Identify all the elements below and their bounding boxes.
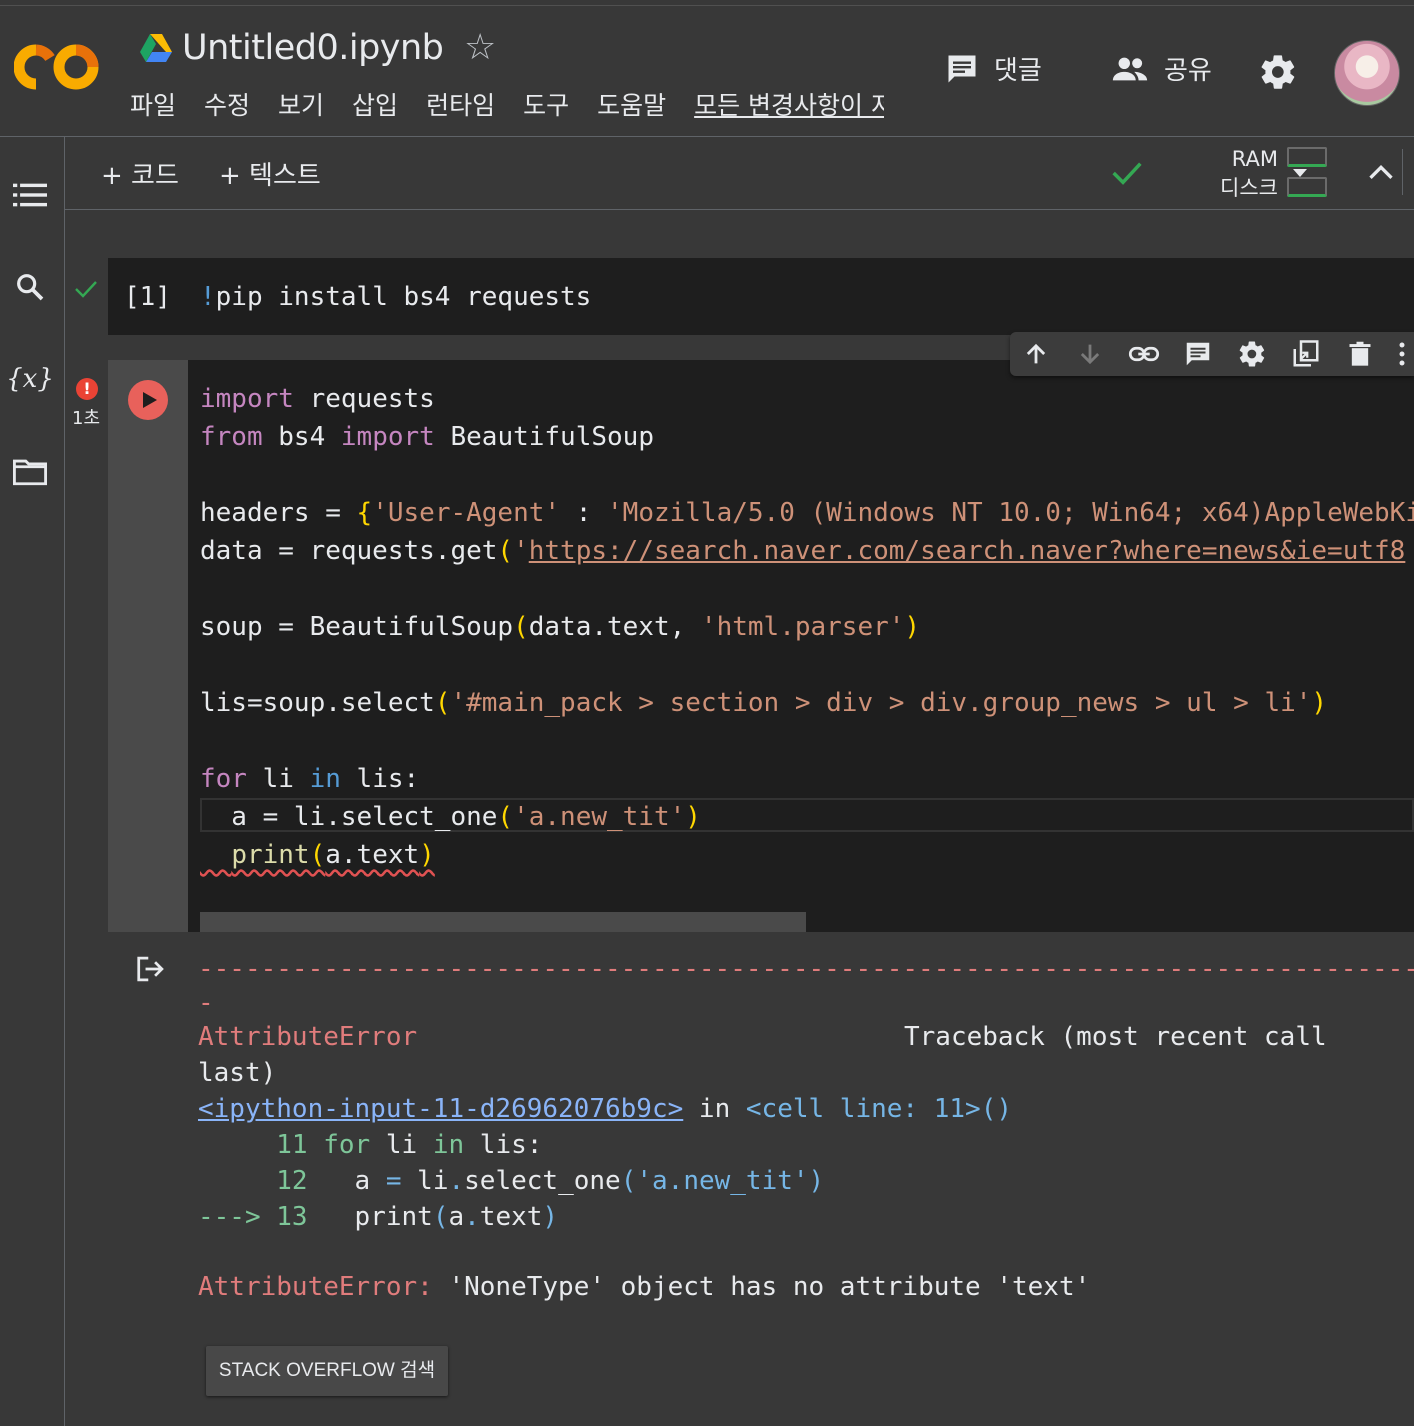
add-code-button[interactable]: + 코드 (101, 155, 179, 192)
in-text: in (698, 1094, 731, 1124)
final-error-line: AttributeError: 'NoneType' object has no… (198, 1272, 1090, 1302)
error-badge-icon: ! (76, 378, 98, 400)
code-line-4: headers = {'User-Agent' : 'Mozilla/5.0 (… (200, 498, 1414, 528)
bang-operator: ! (200, 282, 216, 312)
code-editor-cell-2[interactable]: import requests from bs4 import Beautifu… (188, 360, 1414, 932)
left-sidebar: {x} (0, 137, 65, 1426)
mirror-cell-icon[interactable] (1290, 338, 1322, 370)
code-line-13: print(a.text) (231, 840, 435, 870)
move-down-icon[interactable] (1074, 338, 1106, 370)
error-type: AttributeError (198, 1022, 418, 1052)
notebook-toolbar: + 코드 + 텍스트 RAM 디스크 (65, 137, 1414, 210)
ipython-input-link[interactable]: <ipython-input-11-d26962076b9c> (198, 1094, 683, 1124)
code-line-11: for li in lis: (200, 764, 420, 794)
code-line-5: data = requests.get('https://search.nave… (200, 536, 1406, 566)
collapse-chevron-up-icon[interactable] (1367, 161, 1395, 183)
disk-label: 디스크 (1220, 176, 1278, 200)
menu-edit[interactable]: 수정 (204, 86, 250, 122)
cell-output: ----------------------------------------… (108, 932, 1414, 1416)
variables-icon[interactable]: {x} (6, 359, 54, 399)
top-divider (0, 5, 1414, 6)
add-text-button[interactable]: + 텍스트 (219, 155, 321, 192)
cell-line-ref: <cell line: 11>() (745, 1094, 1012, 1124)
comment-cell-icon[interactable] (1182, 338, 1214, 370)
tok-requests: requests (309, 384, 435, 414)
execution-time: 1초 (72, 408, 101, 429)
menu-help[interactable]: 도움말 (597, 86, 666, 122)
traceback-dash-tail: - (198, 988, 214, 1018)
play-icon (143, 392, 157, 408)
move-up-icon[interactable] (1020, 338, 1052, 370)
save-status-link[interactable]: 모든 변경사항이 저장됨 (694, 86, 884, 122)
trace-line-11: 11 for li in lis: (276, 1130, 543, 1160)
code-line-1: import requests (200, 384, 435, 414)
traceback-location: <ipython-input-11-d26962076b9c> in <cell… (198, 1094, 1012, 1124)
share-button[interactable]: 공유 (1110, 50, 1212, 87)
menu-runtime[interactable]: 런타임 (426, 86, 495, 122)
stack-overflow-search-button[interactable]: STACK OVERFLOW 검색 (206, 1346, 448, 1396)
toolbar-divider (1402, 149, 1403, 195)
cell-1-code[interactable]: !pip install bs4 requests (200, 282, 591, 312)
delete-trash-icon[interactable] (1344, 338, 1376, 370)
share-label: 공유 (1164, 56, 1212, 86)
traceback-dash-line: ----------------------------------------… (198, 954, 1414, 984)
search-icon[interactable] (10, 267, 50, 307)
comment-label: 댓글 (994, 56, 1042, 86)
cell-1-prompt: [1] (124, 282, 171, 312)
code-line-12: a = li.select_one('a.new_tit') (200, 802, 701, 832)
traceback-label-last: last) (198, 1058, 277, 1088)
menu-tools[interactable]: 도구 (523, 86, 569, 122)
menu-insert[interactable]: 삽입 (352, 86, 398, 122)
star-icon[interactable]: ☆ (464, 28, 496, 68)
connected-check-icon[interactable] (1111, 159, 1143, 187)
final-error-name: AttributeError: (198, 1272, 433, 1302)
menu-file[interactable]: 파일 (130, 86, 176, 122)
folder-icon[interactable] (10, 451, 50, 491)
run-cell-button[interactable] (128, 380, 168, 420)
notebook-title[interactable]: Untitled0.ipynb (182, 28, 444, 68)
cell-settings-gear-icon[interactable] (1236, 338, 1268, 370)
ram-usage-bar (1287, 147, 1327, 167)
google-drive-icon[interactable] (138, 30, 174, 66)
settings-gear-icon[interactable] (1258, 52, 1298, 92)
menu-view[interactable]: 보기 (278, 86, 324, 122)
ram-label: RAM (1231, 147, 1278, 171)
code-cell-1[interactable]: [1] !pip install bs4 requests (108, 258, 1414, 335)
cell-success-check-icon (75, 281, 97, 298)
comment-button[interactable]: 댓글 (944, 50, 1042, 87)
code-line-2: from bs4 import BeautifulSoup (200, 422, 654, 452)
top-bar: Untitled0.ipynb ☆ 파일 수정 보기 삽입 런타임 도구 도움말… (0, 0, 1414, 137)
link-icon[interactable] (1128, 338, 1160, 370)
comment-icon (948, 55, 976, 82)
traceback-label: Traceback (most recent call (904, 1022, 1327, 1052)
cell-1-code-text: pip install bs4 requests (215, 282, 592, 312)
cell-action-bar (1010, 332, 1414, 376)
horizontal-scrollbar[interactable] (200, 912, 806, 932)
more-options-icon[interactable] (1398, 338, 1414, 370)
code-line-7: soup = BeautifulSoup(data.text, 'html.pa… (200, 612, 921, 642)
colab-logo[interactable] (14, 36, 104, 98)
final-error-message: 'NoneType' object has no attribute 'text… (448, 1272, 1091, 1302)
cell-2-gutter (108, 360, 188, 932)
table-of-contents-icon[interactable] (10, 175, 50, 215)
output-actions-icon[interactable] (134, 954, 168, 991)
resource-labels[interactable]: RAM 디스크 (1220, 145, 1278, 203)
trace-line-12: 12 a = li.select_one('a.new_tit') (276, 1166, 825, 1196)
runtime-dropdown-icon[interactable] (1291, 167, 1309, 179)
code-line-9: lis=soup.select('#main_pack > section > … (200, 688, 1328, 718)
trace-line-13: ---> 13 print(a.text) (198, 1202, 559, 1232)
disk-usage-bar (1287, 177, 1327, 197)
people-icon (1112, 57, 1148, 80)
user-avatar[interactable] (1334, 40, 1400, 106)
menu-bar: 파일 수정 보기 삽입 런타임 도구 도움말 모든 변경사항이 저장됨 (130, 86, 884, 122)
